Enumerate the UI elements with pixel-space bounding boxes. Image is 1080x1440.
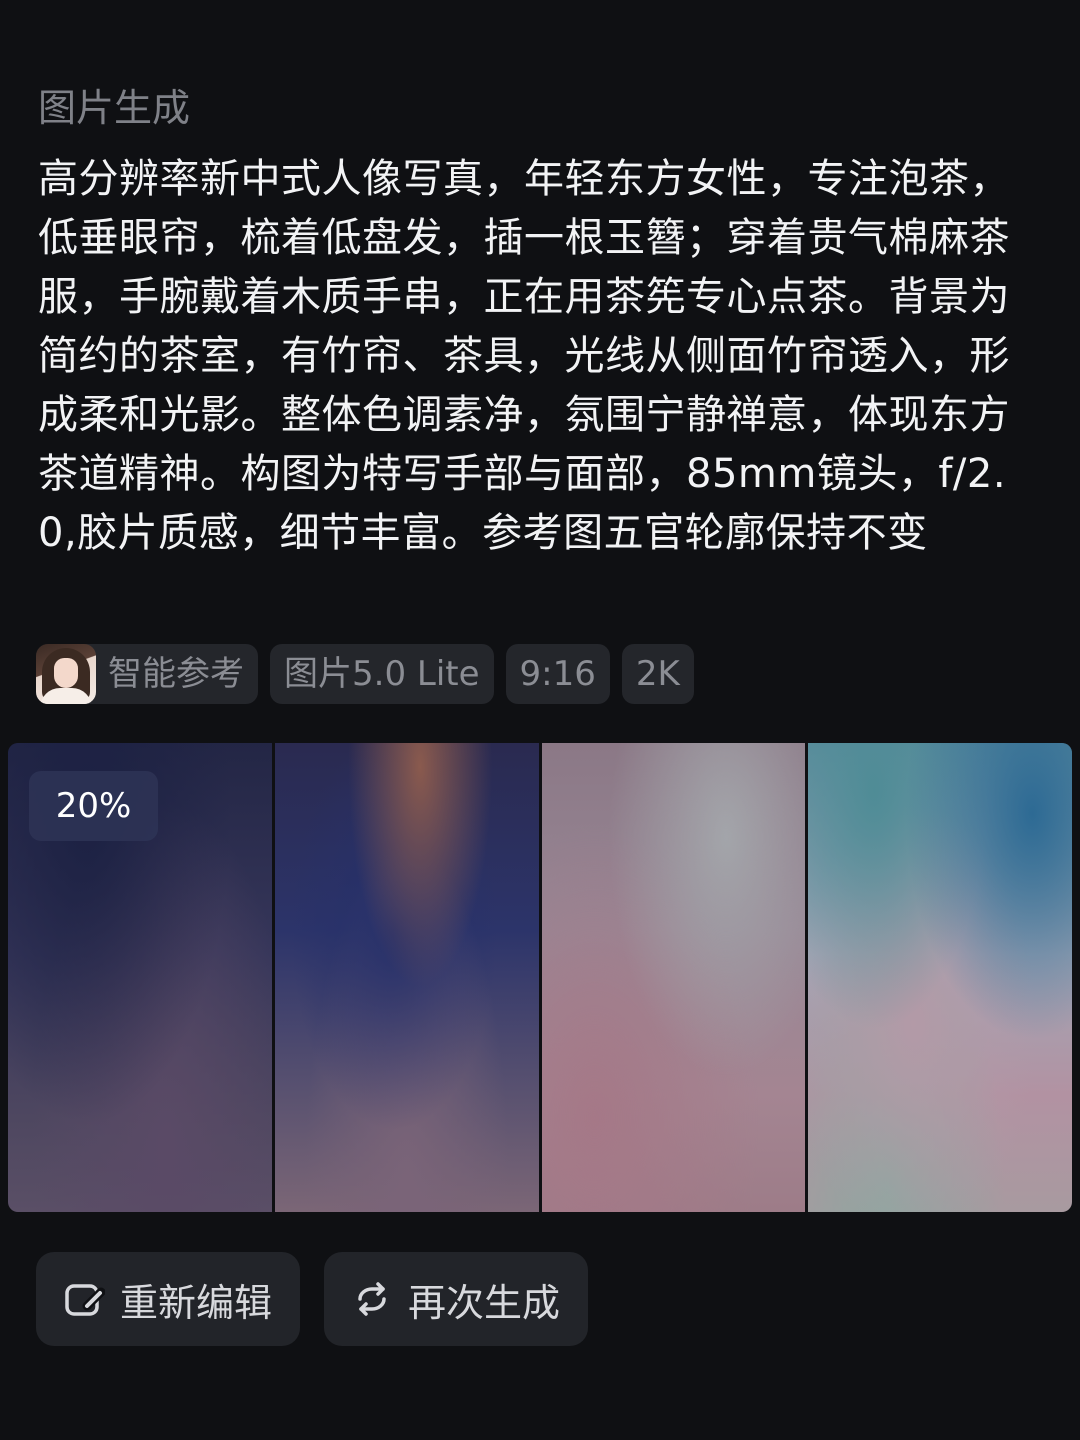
action-bar: 重新编辑 再次生成 xyxy=(36,1252,588,1346)
reference-thumbnail[interactable] xyxy=(36,644,96,704)
smart-reference-tag[interactable]: 智能参考 xyxy=(36,644,258,704)
preview-image-3[interactable] xyxy=(541,743,806,1212)
progress-badge: 20% xyxy=(29,771,158,841)
preview-image-2[interactable] xyxy=(274,743,539,1212)
regenerate-label: 再次生成 xyxy=(408,1280,561,1325)
re-edit-label: 重新编辑 xyxy=(120,1280,273,1325)
smart-reference-label: 智能参考 xyxy=(108,654,244,694)
refresh-icon xyxy=(350,1277,394,1321)
model-tag[interactable]: 图片5.0 Lite xyxy=(270,644,494,704)
image-preview-grid xyxy=(8,743,1072,1212)
thumbnail-face xyxy=(54,658,78,688)
aspect-ratio-tag[interactable]: 9:16 xyxy=(505,644,610,704)
generation-page: 图片生成 高分辨率新中式人像写真，年轻东方女性，专注泡茶，低垂眼帘，梳着低盘发，… xyxy=(0,0,1080,1440)
prompt-text: 高分辨率新中式人像写真，年轻东方女性，专注泡茶，低垂眼帘，梳着低盘发，插一根玉簪… xyxy=(38,156,1010,556)
re-edit-button[interactable]: 重新编辑 xyxy=(36,1252,300,1346)
regenerate-button[interactable]: 再次生成 xyxy=(324,1252,588,1346)
generation-tags: 智能参考 图片5.0 Lite 9:16 2K xyxy=(36,644,694,704)
resolution-tag[interactable]: 2K xyxy=(621,644,694,704)
preview-image-4[interactable] xyxy=(808,743,1072,1212)
section-label: 图片生成 xyxy=(38,86,191,130)
edit-icon xyxy=(62,1277,106,1321)
